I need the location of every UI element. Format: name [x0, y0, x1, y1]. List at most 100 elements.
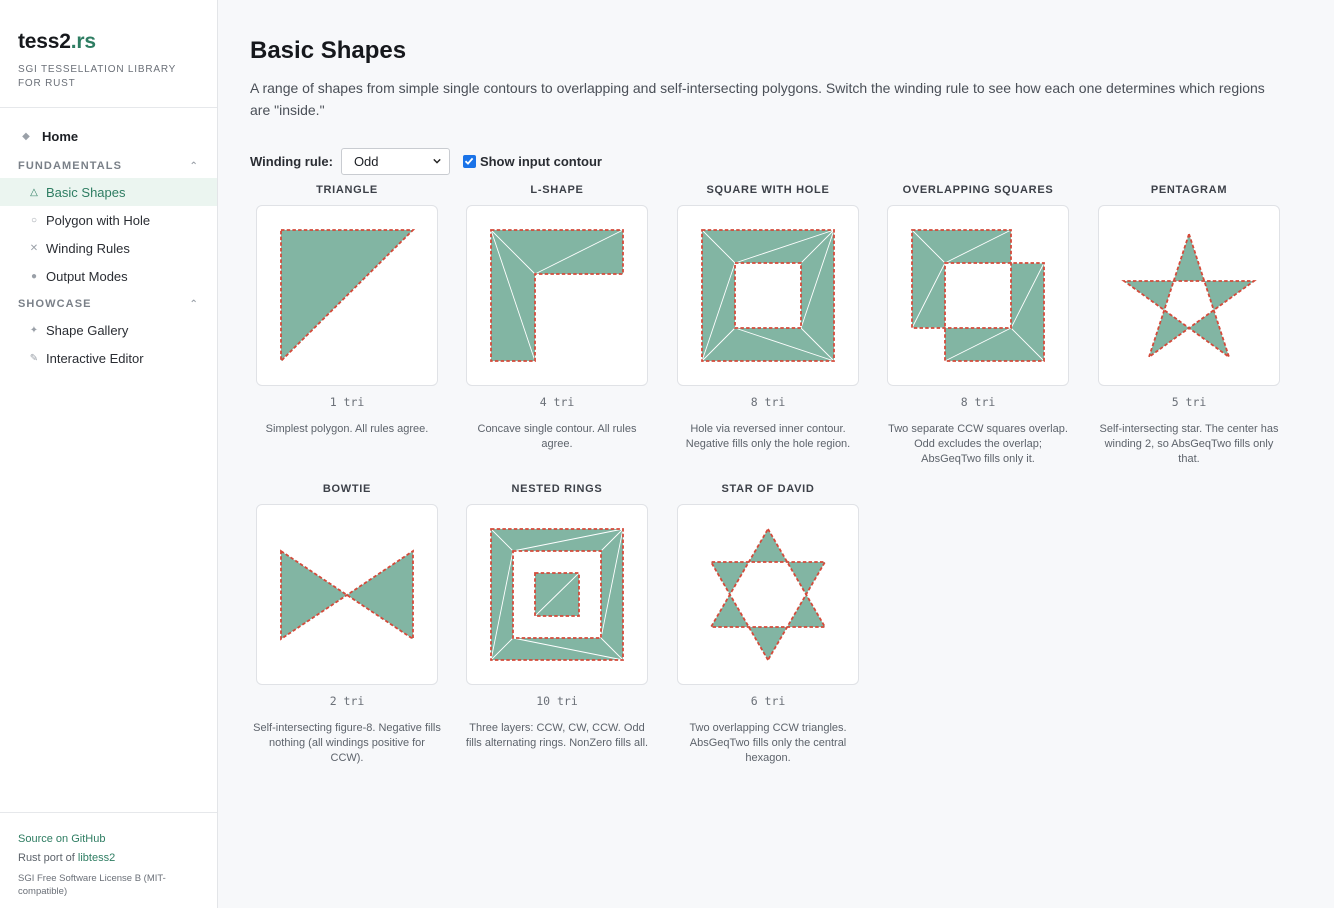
triangle-shape-graphic: [280, 229, 416, 364]
triangle-count: 8 tri: [960, 395, 996, 409]
shape-description: Two overlapping CCW triangles. AbsGeqTwo…: [689, 722, 847, 764]
license-text: SGI Free Software License B (MIT-compati…: [18, 873, 166, 897]
sidebar: tess2.rs SGI TESSELLATION LIBRARY FOR RU…: [0, 0, 218, 908]
sidebar-item-shape-gallery[interactable]: ✦ Shape Gallery: [0, 316, 217, 344]
sidebar-item-output-modes[interactable]: ● Output Modes: [0, 262, 217, 290]
diamond-icon: ◆: [22, 130, 30, 142]
pen-icon: ✎: [29, 352, 39, 364]
triangle-count: 5 tri: [1171, 395, 1207, 409]
app-title-ext: .rs: [70, 30, 96, 53]
shape-canvas[interactable]: [256, 205, 438, 386]
sidebar-item-home[interactable]: ◆ Home: [0, 122, 217, 150]
circle-outline-icon: ○: [30, 214, 38, 226]
shape-card-star-of-david: STAR OF DAVID 6 tri Two overlapping CCW …: [671, 482, 865, 766]
shape-canvas[interactable]: [466, 205, 648, 386]
triangle-count: 6 tri: [750, 694, 786, 708]
winding-rule-value: Odd: [353, 153, 379, 169]
brand: tess2.rs SGI TESSELLATION LIBRARY FOR RU…: [0, 0, 217, 108]
shape-card-overlapping-squares: OVERLAPPING SQUARES 8 tri Two separate C…: [881, 183, 1075, 467]
app-title-main: tess2: [18, 30, 71, 53]
sidebar-item-interactive-editor[interactable]: ✎ Interactive Editor: [0, 344, 217, 372]
winding-rule-label: Winding rule:: [250, 153, 333, 169]
page-description: A range of shapes from simple single con…: [250, 80, 1265, 118]
shape-title: TRIANGLE: [316, 184, 378, 196]
shape-description: Concave single contour. All rules agree.: [477, 423, 637, 450]
overlapping-squares-graphic: [911, 229, 1045, 362]
shape-card-l-shape: L-SHAPE 4 tri Concave single contour. Al…: [460, 183, 654, 452]
l-shape-graphic: [490, 229, 624, 362]
shape-canvas[interactable]: [887, 205, 1069, 386]
shape-description: Self-intersecting star. The center has w…: [1099, 423, 1279, 465]
shape-title: BOWTIE: [322, 483, 372, 495]
sidebar-item-label: Output Modes: [46, 268, 128, 284]
triangle-count: 8 tri: [750, 395, 786, 409]
sidebar-item-label: Polygon with Hole: [46, 212, 151, 228]
shape-title: STAR OF DAVID: [721, 483, 815, 495]
sidebar-footer: Source on GitHub Rust port of libtess2 S…: [0, 812, 217, 908]
section-showcase-header[interactable]: SHOWCASE ⌃: [0, 292, 217, 316]
shape-description: Simplest polygon. All rules agree.: [265, 423, 429, 435]
triangle-count: 4 tri: [539, 395, 575, 409]
shape-canvas[interactable]: [677, 504, 859, 685]
chevron-down-icon: [433, 158, 441, 164]
bowtie-graphic: [280, 549, 414, 641]
triangle-count: 10 tri: [536, 694, 578, 708]
sparkle-icon: ✦: [29, 324, 39, 336]
triangle-icon: △: [30, 186, 38, 198]
sidebar-item-label: Shape Gallery: [46, 322, 129, 338]
sidebar-item-label: Home: [42, 128, 79, 144]
shape-card-square-with-hole: SQUARE WITH HOLE 8 tri Hole via reversed…: [671, 183, 865, 452]
show-contour-toggle[interactable]: Show input contour: [462, 153, 602, 169]
shape-title: PENTAGRAM: [1150, 184, 1228, 196]
shape-description: Three layers: CCW, CW, CCW. Odd fills al…: [465, 722, 649, 749]
nested-rings-graphic: [490, 528, 624, 661]
sidebar-item-winding-rules[interactable]: ✕ Winding Rules: [0, 234, 217, 262]
triangle-count: 2 tri: [329, 694, 365, 708]
section-title: SHOWCASE: [18, 298, 92, 310]
libtess2-link[interactable]: libtess2: [78, 852, 115, 864]
shape-description: Self-intersecting figure-8. Negative fil…: [253, 722, 441, 764]
shape-card-bowtie: BOWTIE 2 tri Self-intersecting figure-8.…: [250, 482, 444, 766]
app-subtitle: SGI TESSELLATION LIBRARY FOR RUST: [18, 64, 176, 89]
sidebar-item-label: Interactive Editor: [46, 350, 144, 366]
pentagram-graphic: [1121, 231, 1257, 360]
shape-title: OVERLAPPING SQUARES: [902, 184, 1054, 196]
shape-title: L-SHAPE: [530, 184, 584, 196]
sidebar-item-polygon-with-hole[interactable]: ○ Polygon with Hole: [0, 206, 217, 234]
shape-card-pentagram: PENTAGRAM 5 tri Self-intersecting star. …: [1092, 183, 1286, 467]
shape-description: Two separate CCW squares overlap. Odd ex…: [888, 423, 1068, 465]
shape-canvas[interactable]: [1098, 205, 1280, 386]
square-with-hole-graphic: [701, 229, 835, 362]
triangle-count: 1 tri: [329, 395, 365, 409]
shape-card-triangle: TRIANGLE 1 tri Simplest polygon. All rul…: [250, 183, 444, 437]
section-title: FUNDAMENTALS: [18, 160, 123, 172]
port-prefix: Rust port of: [18, 852, 78, 864]
shape-title: NESTED RINGS: [511, 483, 603, 495]
page-title: Basic Shapes: [250, 37, 407, 64]
dot-icon: ●: [30, 270, 38, 282]
controls-bar: Winding rule: Odd Show input contour: [250, 147, 1290, 175]
shape-title: SQUARE WITH HOLE: [706, 184, 830, 196]
sidebar-item-label: Winding Rules: [46, 240, 130, 256]
shape-canvas[interactable]: [466, 504, 648, 685]
show-contour-label: Show input contour: [479, 153, 602, 169]
star-of-david-graphic: [709, 527, 827, 662]
chevron-up-icon: ⌃: [189, 298, 199, 310]
port-credit: Rust port of libtess2: [18, 849, 199, 868]
shape-canvas[interactable]: [256, 504, 438, 685]
shape-description: Hole via reversed inner contour. Negativ…: [685, 423, 851, 450]
chevron-up-icon: ⌃: [189, 160, 199, 172]
winding-rule-select[interactable]: Odd: [340, 147, 450, 175]
shape-card-nested-rings: NESTED RINGS 10 tri Three layers: CCW, C…: [460, 482, 654, 751]
sidebar-item-label: Basic Shapes: [46, 184, 126, 200]
sidebar-nav: ◆ Home FUNDAMENTALS ⌃ △ Basic Shapes ○ P…: [0, 108, 217, 372]
section-fundamentals-header[interactable]: FUNDAMENTALS ⌃: [0, 154, 217, 178]
github-source-link[interactable]: Source on GitHub: [18, 830, 199, 849]
cross-icon: ✕: [29, 242, 39, 254]
shape-canvas[interactable]: [677, 205, 859, 386]
checkmark-icon: [465, 157, 474, 165]
app-title[interactable]: tess2.rs: [18, 30, 199, 54]
main-content: Basic Shapes A range of shapes from simp…: [250, 0, 1290, 175]
sidebar-item-basic-shapes[interactable]: △ Basic Shapes: [0, 178, 217, 206]
show-contour-checkbox[interactable]: [462, 154, 476, 168]
